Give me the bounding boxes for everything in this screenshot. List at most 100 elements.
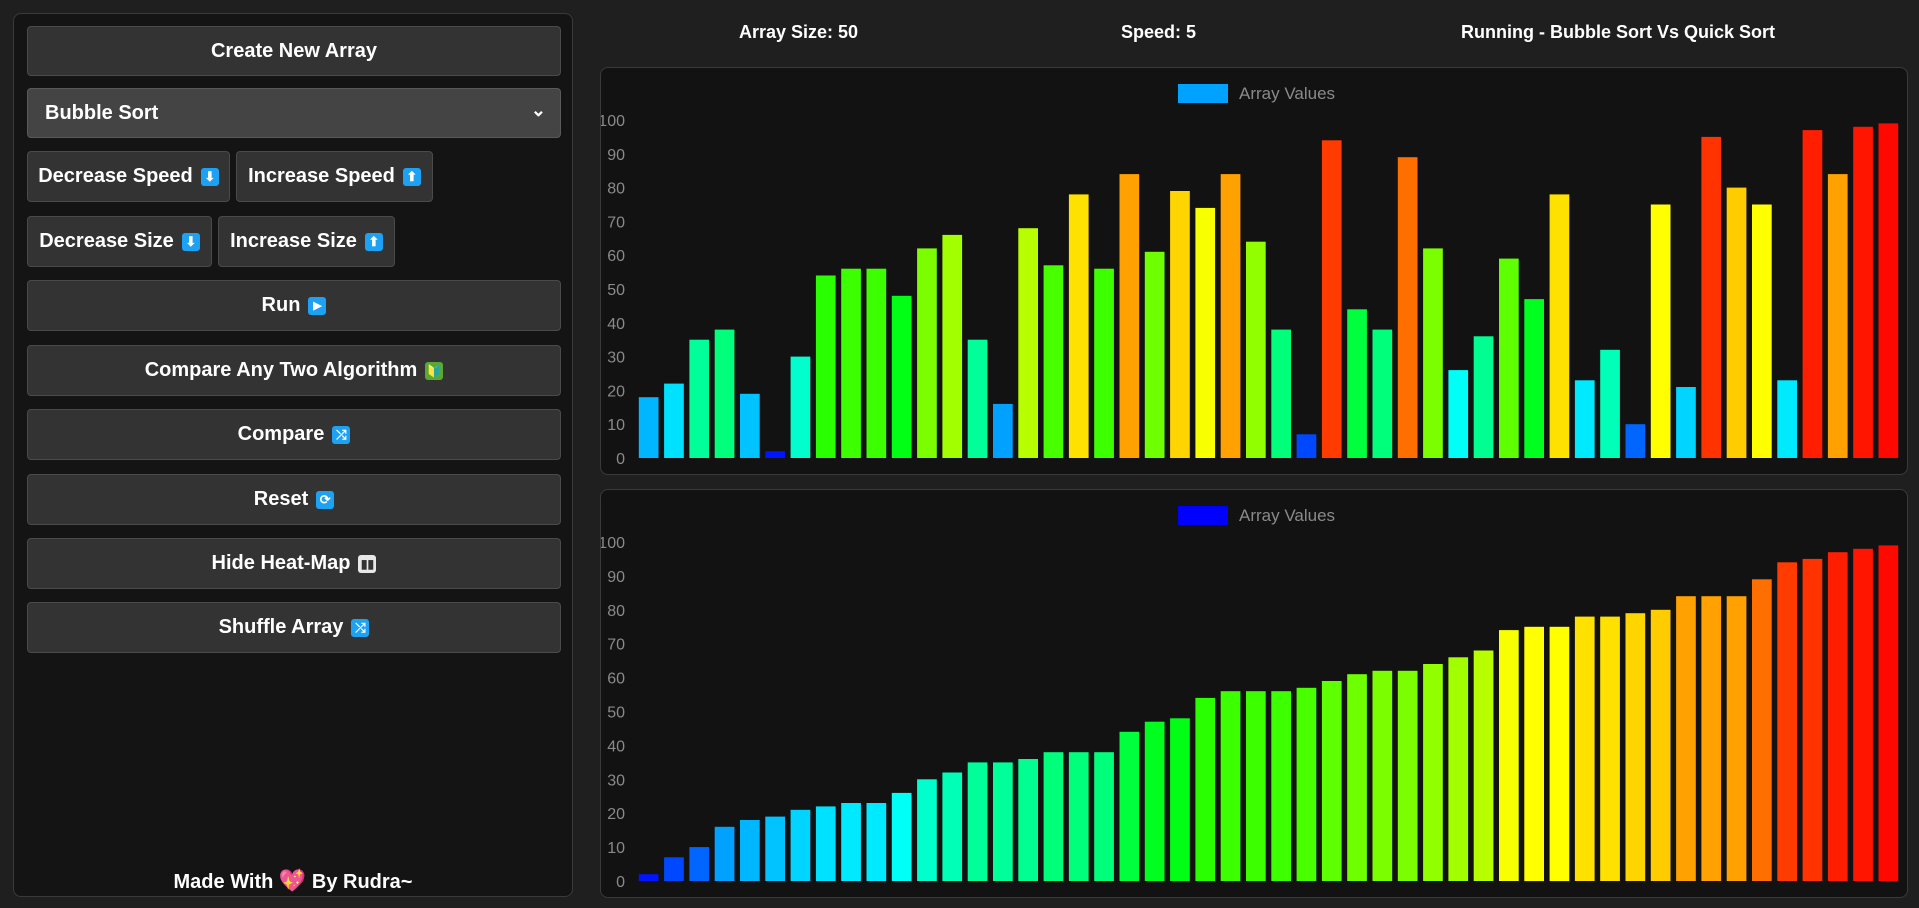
array-bar <box>638 397 659 458</box>
y-tick-label: 70 <box>607 214 625 231</box>
up-arrow-icon: ⬆ <box>364 232 383 251</box>
speed-stat: Speed: 5 <box>1121 22 1197 42</box>
hide-heat-map-button[interactable]: Hide Heat-Map ▮▮ <box>27 538 561 589</box>
array-bar <box>1878 545 1899 881</box>
array-bar <box>866 268 887 458</box>
array-bar <box>790 356 811 458</box>
array-bar <box>1853 548 1873 881</box>
array-bar <box>1397 157 1418 458</box>
y-tick-label: 100 <box>601 535 625 552</box>
status-text: Running - Bubble Sort Vs Quick Sort <box>1461 22 1776 42</box>
increase-speed-label: Increase Speed <box>248 165 395 187</box>
array-bar <box>1018 759 1038 881</box>
run-button[interactable]: Run ▶ <box>27 280 561 331</box>
y-tick-label: 60 <box>607 671 625 688</box>
array-bar <box>765 816 785 881</box>
array-bar <box>917 248 937 458</box>
y-tick-label: 100 <box>601 113 625 130</box>
decrease-size-label: Decrease Size <box>39 230 174 252</box>
shuffle-array-button[interactable]: Shuffle Array ⤮ <box>27 602 561 653</box>
y-tick-label: 90 <box>607 569 625 586</box>
create-new-array-button[interactable]: Create New Array <box>27 26 561 76</box>
decrease-size-button[interactable]: Decrease Size ⬇ <box>27 216 212 267</box>
reset-button[interactable]: Reset ⟳ <box>27 474 561 525</box>
array-bar <box>1499 258 1519 458</box>
array-bar <box>664 383 684 458</box>
array-bar <box>917 779 937 881</box>
increase-speed-button[interactable]: Increase Speed ⬆ <box>236 151 433 202</box>
array-bar <box>1549 626 1570 882</box>
y-tick-label: 20 <box>607 383 625 400</box>
array-bar <box>1094 268 1114 458</box>
decrease-speed-label: Decrease Speed <box>38 165 193 187</box>
array-bar <box>1119 731 1140 881</box>
array-bar <box>1853 126 1873 459</box>
array-bar <box>790 809 811 881</box>
y-tick-label: 0 <box>616 451 625 468</box>
array-bar <box>1094 752 1114 881</box>
array-bar <box>1423 664 1443 881</box>
array-bar <box>1549 194 1570 458</box>
y-tick-label: 80 <box>607 181 625 198</box>
legend-swatch[interactable] <box>1178 84 1228 103</box>
array-bar <box>1600 349 1620 458</box>
array-bar <box>1574 380 1595 458</box>
array-bar <box>689 847 710 881</box>
array-bar <box>891 792 912 881</box>
array-bar <box>765 451 785 458</box>
array-bar <box>1246 691 1266 881</box>
increase-size-button[interactable]: Increase Size ⬆ <box>218 216 395 267</box>
array-bar <box>1701 596 1722 881</box>
play-icon: ▶ <box>308 296 327 315</box>
footer-prefix: Made With <box>173 871 274 893</box>
compare-button[interactable]: Compare ⤮ <box>27 409 561 460</box>
array-bar <box>1119 174 1140 458</box>
array-bar <box>891 295 912 458</box>
array-bar <box>1878 123 1899 459</box>
array-bar <box>1650 609 1671 881</box>
quick-sort-chart: Array Values 0 10 20 30 40 50 60 70 80 90 100 <box>601 506 1899 891</box>
array-bar <box>1043 265 1064 458</box>
compare-any-two-button[interactable]: Compare Any Two Algorithm 🔰 <box>27 345 561 396</box>
y-tick-label: 90 <box>607 147 625 164</box>
array-bar <box>1372 670 1393 881</box>
array-bar <box>1170 718 1190 881</box>
array-bar <box>1296 687 1317 881</box>
array-bar <box>993 403 1013 458</box>
array-bar <box>1296 434 1317 458</box>
array-bar <box>1170 191 1190 458</box>
array-bar <box>942 234 963 458</box>
footer-suffix: By Rudra~ <box>311 871 413 893</box>
array-bar <box>1650 204 1671 458</box>
algorithm-select[interactable]: Bubble Sort ⌄ <box>27 88 561 138</box>
array-bar <box>993 762 1013 881</box>
legend-swatch[interactable] <box>1178 506 1228 525</box>
y-tick-label: 80 <box>607 603 625 620</box>
y-tick-label: 50 <box>607 705 625 722</box>
array-bar <box>841 268 861 458</box>
y-tick-label: 40 <box>607 316 625 333</box>
array-bar <box>1726 596 1747 881</box>
array-bar <box>1220 174 1241 458</box>
array-bar <box>1372 329 1393 458</box>
y-tick-label: 30 <box>607 772 625 789</box>
array-bar <box>1625 613 1646 881</box>
decrease-speed-button[interactable]: Decrease Speed ⬇ <box>27 151 230 202</box>
array-bar <box>1676 387 1696 458</box>
y-tick-label: 20 <box>607 806 625 823</box>
heart-icon: 💖 <box>278 868 307 893</box>
array-bar <box>1068 752 1089 881</box>
chevron-down-icon: ⌄ <box>530 99 546 120</box>
array-bar <box>1321 140 1342 459</box>
array-bar <box>689 339 710 458</box>
array-bar <box>1144 721 1165 881</box>
legend-label: Array Values <box>1239 506 1335 525</box>
array-bar <box>638 874 659 881</box>
array-bar <box>1827 174 1848 458</box>
run-label: Run <box>261 294 301 316</box>
legend-label: Array Values <box>1239 84 1335 103</box>
array-bar <box>1802 558 1823 881</box>
compare-label: Compare <box>237 423 325 445</box>
array-bar <box>1676 596 1696 881</box>
array-bar <box>714 826 735 881</box>
